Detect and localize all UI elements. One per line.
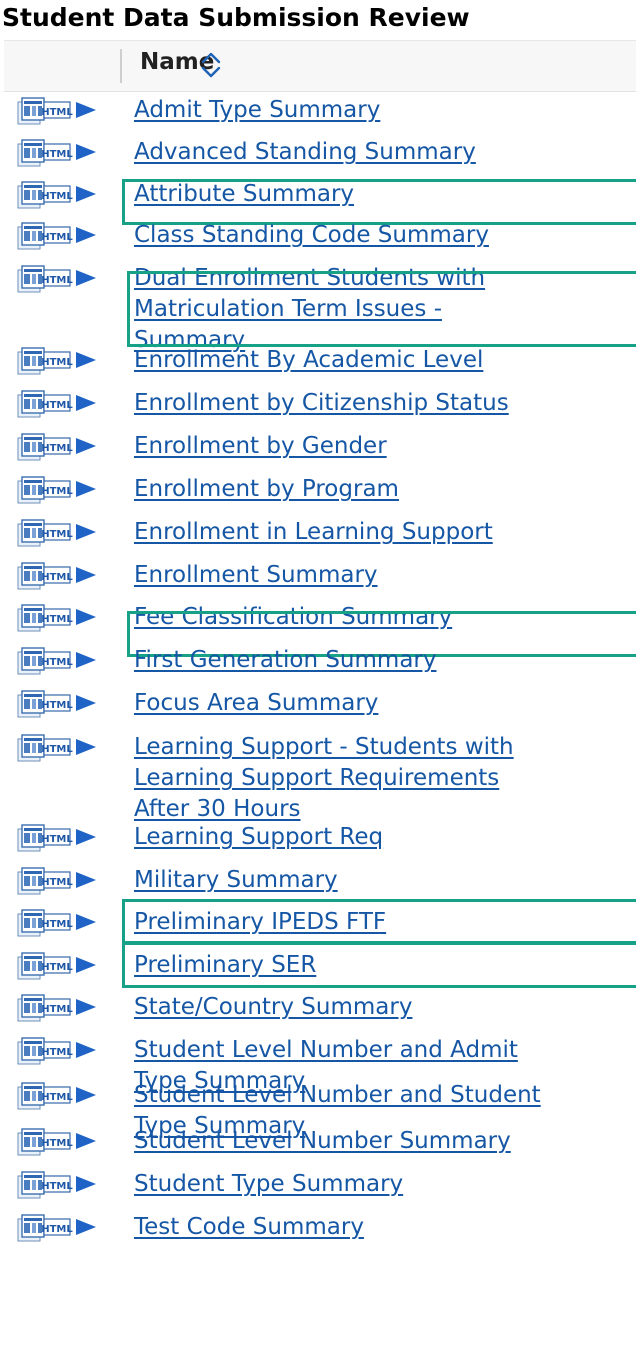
report-link-label: Learning Support - Students with: [134, 734, 514, 760]
svg-text:HTML: HTML: [41, 400, 73, 411]
report-link-label: Learning Support Requirements: [134, 765, 500, 791]
svg-text:HTML: HTML: [41, 700, 73, 711]
svg-text:HTML: HTML: [41, 834, 73, 845]
svg-text:HTML: HTML: [41, 275, 73, 286]
html-report-icon[interactable]: HTML: [16, 951, 100, 983]
sort-up-down-icon[interactable]: [200, 51, 222, 79]
report-link[interactable]: Test Code Summary: [134, 1212, 624, 1243]
svg-text:HTML: HTML: [41, 1047, 73, 1058]
highlight-box: [122, 942, 636, 988]
report-link-label: Enrollment by Program: [134, 476, 399, 502]
report-link[interactable]: Enrollment by Program: [134, 474, 624, 505]
report-link[interactable]: Focus Area Summary: [134, 688, 624, 719]
html-report-icon[interactable]: HTML: [16, 346, 100, 378]
report-link[interactable]: Enrollment by Gender: [134, 431, 624, 462]
report-link-label: Student Level Number and Admit: [134, 1037, 518, 1063]
report-link-label: Enrollment Summary: [134, 562, 378, 588]
svg-text:HTML: HTML: [41, 614, 73, 625]
html-report-icon[interactable]: HTML: [16, 1213, 100, 1245]
report-link[interactable]: Enrollment By Academic Level: [134, 345, 624, 376]
html-report-icon[interactable]: HTML: [16, 908, 100, 940]
report-link-label: Enrollment by Citizenship Status: [134, 390, 509, 416]
html-report-icon[interactable]: HTML: [16, 689, 100, 721]
html-report-icon[interactable]: HTML: [16, 646, 100, 678]
html-report-icon[interactable]: HTML: [16, 603, 100, 635]
svg-text:HTML: HTML: [41, 919, 73, 930]
svg-text:HTML: HTML: [41, 1138, 73, 1149]
svg-text:HTML: HTML: [41, 529, 73, 540]
svg-text:HTML: HTML: [41, 1224, 73, 1235]
report-link-label: Admit Type Summary: [134, 97, 381, 123]
report-link-label: Class Standing Code Summary: [134, 222, 489, 248]
report-link-label: Student Level Number and Student: [134, 1082, 541, 1108]
html-report-icon[interactable]: HTML: [16, 475, 100, 507]
svg-text:HTML: HTML: [41, 149, 73, 160]
html-report-icon[interactable]: HTML: [16, 180, 100, 212]
svg-text:HTML: HTML: [41, 1092, 73, 1103]
report-link-label: Student Type Summary: [134, 1171, 404, 1197]
report-link-label: Test Code Summary: [134, 1214, 364, 1240]
svg-text:HTML: HTML: [41, 107, 73, 118]
report-link-label: Enrollment by Gender: [134, 433, 387, 459]
report-link-label: Focus Area Summary: [134, 690, 379, 716]
svg-text:HTML: HTML: [41, 357, 73, 368]
table-header-row: Name: [4, 40, 636, 92]
report-link-label: After 30 Hours: [134, 796, 301, 822]
report-link[interactable]: Learning Support - Students with Learning…: [134, 732, 624, 825]
report-link[interactable]: Enrollment in Learning Support: [134, 517, 624, 548]
svg-text:HTML: HTML: [41, 962, 73, 973]
html-report-icon[interactable]: HTML: [16, 518, 100, 550]
svg-text:HTML: HTML: [41, 1181, 73, 1192]
column-divider: [120, 49, 122, 83]
report-link[interactable]: Class Standing Code Summary: [134, 220, 624, 251]
html-report-icon[interactable]: HTML: [16, 389, 100, 421]
report-link-label: State/Country Summary: [134, 994, 413, 1020]
highlight-box: [122, 179, 636, 225]
report-link[interactable]: State/Country Summary: [134, 992, 624, 1023]
highlight-box: [122, 899, 636, 944]
report-link[interactable]: Advanced Standing Summary: [134, 137, 624, 168]
report-link-label: Learning Support Req: [134, 824, 384, 850]
report-link-label: First Generation Summary: [134, 647, 437, 673]
svg-text:HTML: HTML: [41, 744, 73, 755]
report-link[interactable]: First Generation Summary: [134, 645, 624, 676]
svg-text:HTML: HTML: [41, 657, 73, 668]
report-link[interactable]: Enrollment Summary: [134, 560, 624, 591]
report-link[interactable]: Military Summary: [134, 865, 624, 896]
report-link-label: Enrollment in Learning Support: [134, 519, 493, 545]
report-link[interactable]: Admit Type Summary: [134, 95, 624, 126]
html-report-icon[interactable]: HTML: [16, 866, 100, 898]
highlight-box: [127, 271, 636, 347]
svg-text:HTML: HTML: [41, 232, 73, 243]
report-list-page: Student Data Submission Review Name HTML…: [0, 0, 636, 1351]
report-link[interactable]: Learning Support Req: [134, 822, 624, 853]
report-link[interactable]: Enrollment by Citizenship Status: [134, 388, 624, 419]
html-report-icon[interactable]: HTML: [16, 264, 100, 296]
svg-text:HTML: HTML: [41, 443, 73, 454]
report-link-label: Military Summary: [134, 867, 338, 893]
svg-text:HTML: HTML: [41, 877, 73, 888]
report-link[interactable]: Student Type Summary: [134, 1169, 624, 1200]
svg-text:HTML: HTML: [41, 191, 73, 202]
report-link-label: Student Level Number Summary: [134, 1128, 511, 1154]
html-report-icon[interactable]: HTML: [16, 1081, 100, 1113]
html-report-icon[interactable]: HTML: [16, 138, 100, 170]
report-link[interactable]: Student Level Number Summary: [134, 1126, 624, 1157]
html-report-icon[interactable]: HTML: [16, 1127, 100, 1159]
svg-text:HTML: HTML: [41, 572, 73, 583]
html-report-icon[interactable]: HTML: [16, 1170, 100, 1202]
html-report-icon[interactable]: HTML: [16, 733, 100, 765]
html-report-icon[interactable]: HTML: [16, 221, 100, 253]
report-link-label: Enrollment By Academic Level: [134, 347, 484, 373]
svg-text:HTML: HTML: [41, 1004, 73, 1015]
html-report-icon[interactable]: HTML: [16, 96, 100, 128]
page-title: Student Data Submission Review: [2, 3, 470, 32]
html-report-icon[interactable]: HTML: [16, 561, 100, 593]
html-report-icon[interactable]: HTML: [16, 1036, 100, 1068]
report-link-label: Advanced Standing Summary: [134, 139, 476, 165]
svg-text:HTML: HTML: [41, 486, 73, 497]
html-report-icon[interactable]: HTML: [16, 823, 100, 855]
html-report-icon[interactable]: HTML: [16, 432, 100, 464]
html-report-icon[interactable]: HTML: [16, 993, 100, 1025]
